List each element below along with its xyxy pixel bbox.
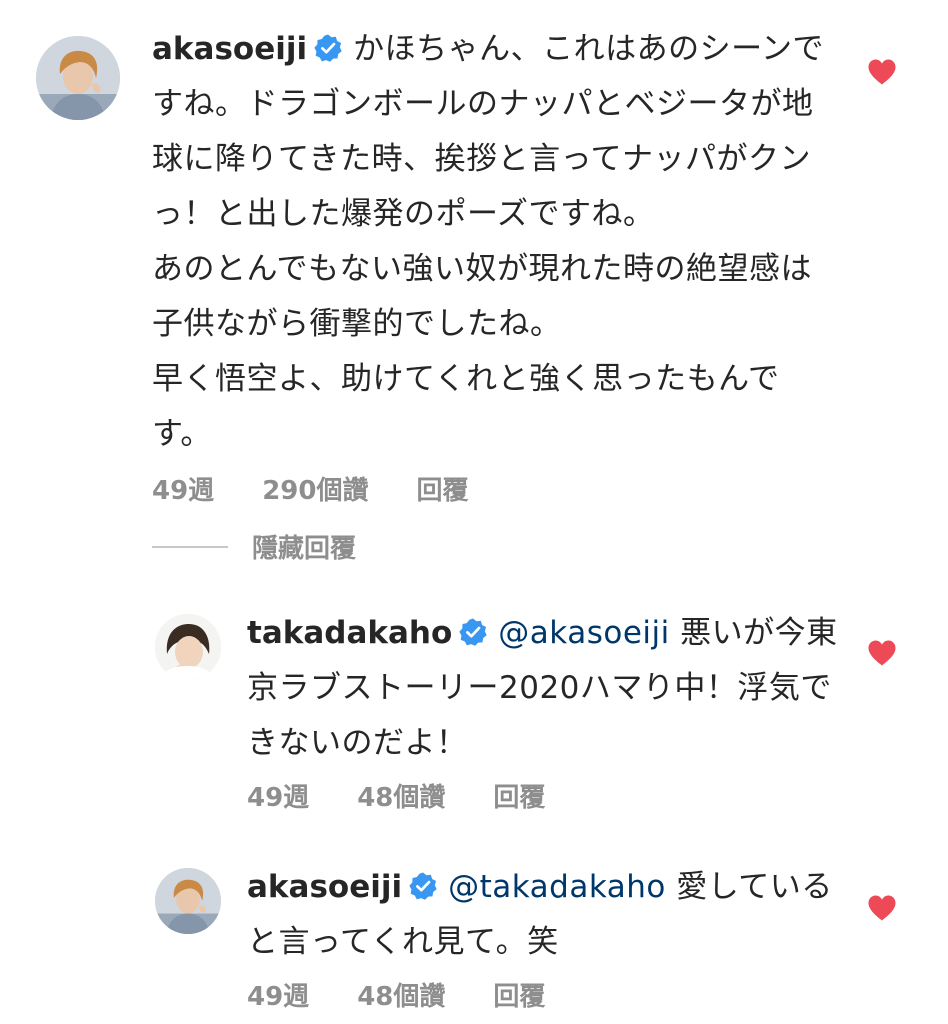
avatar-takadakaho[interactable] <box>155 614 221 680</box>
reply-time: 49週 <box>247 782 310 813</box>
reply-1: takadakaho @akasoeiji 悪いが今東京ラブストーリー2020ハマ… <box>155 606 845 815</box>
divider-line <box>152 545 228 548</box>
reply-meta: 49週 48個讚 回覆 <box>247 775 845 815</box>
reply-time: 49週 <box>247 981 310 1012</box>
verified-badge-icon <box>313 33 343 63</box>
heart-filled-icon[interactable] <box>867 58 897 86</box>
avatar-photo-icon <box>155 868 221 934</box>
heart-filled-icon[interactable] <box>867 639 897 667</box>
comment-main: akasoeiji かほちゃん、これはあのシーンですね。ドラゴンボールのナッパとベ… <box>36 22 836 508</box>
reply-text-block: akasoeiji @takadakaho 愛していると言ってくれ見て。笑 <box>247 860 845 970</box>
heart-filled-icon[interactable] <box>867 894 897 922</box>
reply-button[interactable]: 回覆 <box>416 470 468 507</box>
reply-username[interactable]: takadakaho <box>247 615 452 651</box>
comment-text: かほちゃん、これはあのシーンですね。ドラゴンボールのナッパとベジータが地球に降り… <box>152 31 825 452</box>
comment-meta: 49週 290個讚 回覆 <box>152 468 836 508</box>
verified-badge-icon <box>458 617 488 647</box>
avatar-photo-icon <box>36 36 120 120</box>
reply-mention[interactable]: @takadakaho <box>448 869 666 905</box>
reply-meta: 49週 48個讚 回覆 <box>247 974 845 1014</box>
reply-mention[interactable]: @akasoeiji <box>498 615 669 651</box>
verified-badge-icon <box>408 871 438 901</box>
hide-replies-label: 隱藏回覆 <box>252 534 357 564</box>
reply-body: takadakaho @akasoeiji 悪いが今東京ラブストーリー2020ハマ… <box>247 606 845 815</box>
avatar-akasoeiji[interactable] <box>36 36 120 120</box>
comment-username[interactable]: akasoeiji <box>152 31 307 67</box>
avatar-photo-icon <box>155 614 221 680</box>
reply-username[interactable]: akasoeiji <box>247 869 402 905</box>
reply-button[interactable]: 回覆 <box>493 976 545 1013</box>
reply-likes[interactable]: 48個讚 <box>357 976 445 1013</box>
reply-likes[interactable]: 48個讚 <box>357 777 445 814</box>
reply-2: akasoeiji @takadakaho 愛していると言ってくれ見て。笑 49週… <box>155 860 845 1014</box>
comment-body: akasoeiji かほちゃん、これはあのシーンですね。ドラゴンボールのナッパとベ… <box>152 22 836 508</box>
hide-replies-toggle[interactable]: 隱藏回覆 <box>152 528 356 565</box>
avatar-akasoeiji[interactable] <box>155 868 221 934</box>
comment-likes[interactable]: 290個讚 <box>262 470 368 507</box>
reply-text-block: takadakaho @akasoeiji 悪いが今東京ラブストーリー2020ハマ… <box>247 606 845 771</box>
comment-text-block: akasoeiji かほちゃん、これはあのシーンですね。ドラゴンボールのナッパとベ… <box>152 22 836 462</box>
reply-button[interactable]: 回覆 <box>493 777 545 814</box>
comment-time: 49週 <box>152 475 215 506</box>
reply-body: akasoeiji @takadakaho 愛していると言ってくれ見て。笑 49週… <box>247 860 845 1014</box>
